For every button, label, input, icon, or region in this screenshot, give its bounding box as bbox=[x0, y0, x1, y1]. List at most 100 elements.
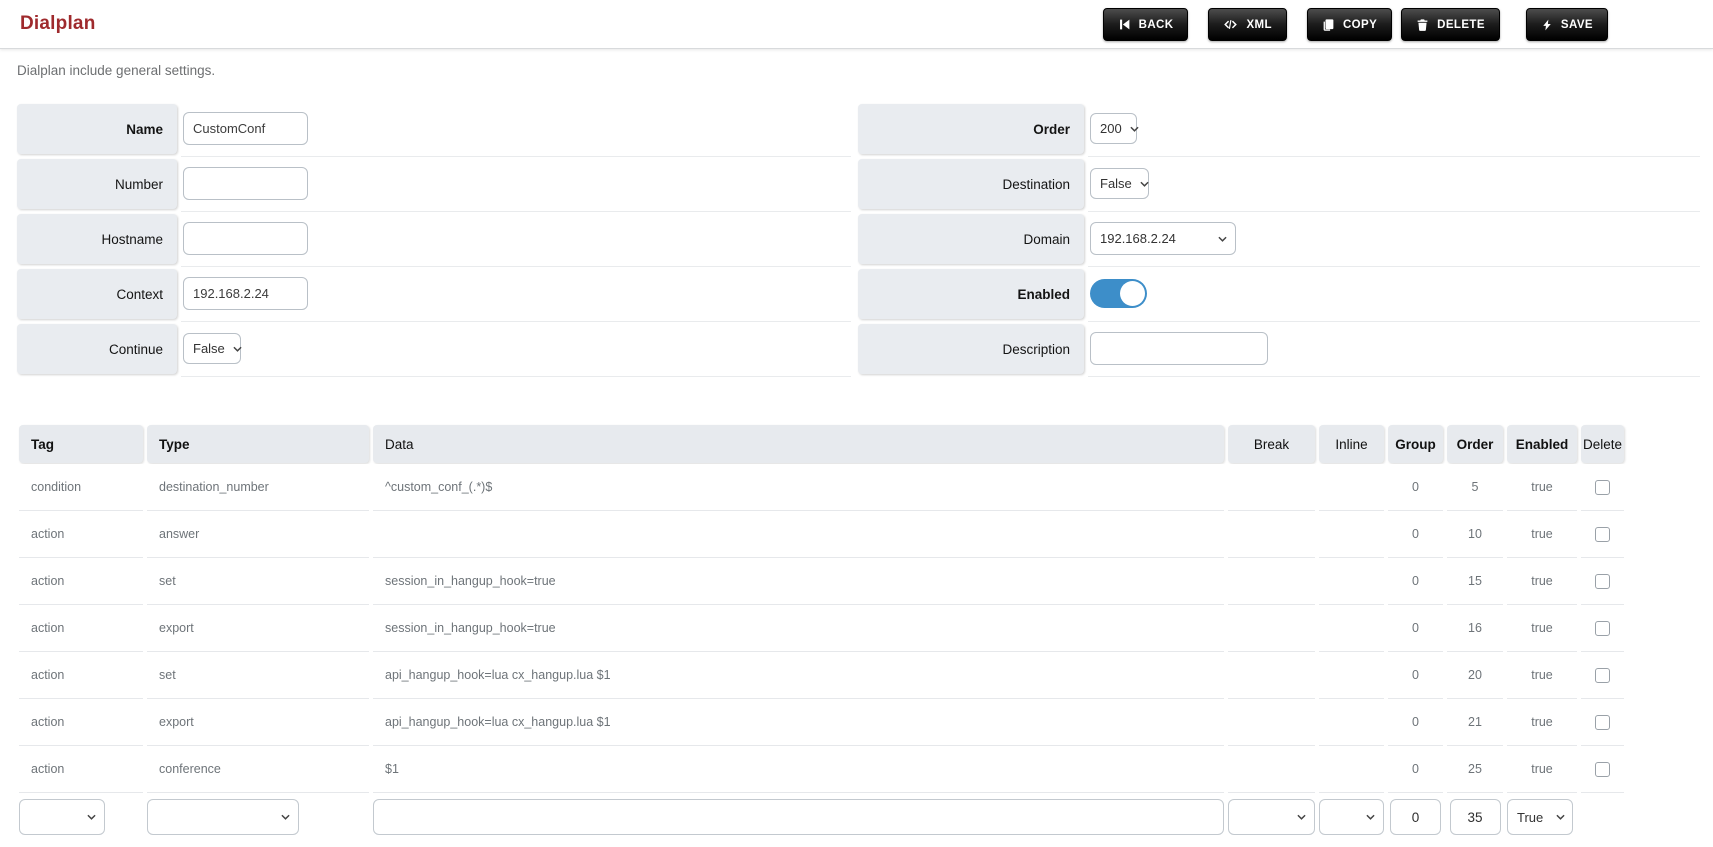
skip-back-icon bbox=[1119, 19, 1130, 30]
cell-group: 0 bbox=[1388, 652, 1443, 699]
col-header-data: Data bbox=[373, 425, 1224, 463]
cell-delete bbox=[1581, 699, 1624, 746]
top-bar: Dialplan BACK XML COPY DELETE SAVE bbox=[0, 0, 1713, 49]
cell-delete bbox=[1581, 652, 1624, 699]
new-inline-select[interactable] bbox=[1319, 799, 1384, 835]
order-label: Order bbox=[858, 104, 1084, 154]
delete-checkbox[interactable] bbox=[1595, 761, 1610, 777]
delete-checkbox[interactable] bbox=[1595, 573, 1610, 589]
new-row-enabled-cell: True bbox=[1507, 793, 1577, 841]
col-header-order: Order bbox=[1447, 425, 1503, 463]
toggle-knob bbox=[1120, 281, 1145, 306]
domain-select[interactable]: 192.168.2.24 bbox=[1090, 222, 1236, 255]
cell-enabled: true bbox=[1507, 746, 1577, 793]
row-divider bbox=[1088, 266, 1700, 267]
chevron-down-icon bbox=[1140, 181, 1149, 187]
cell-tag: action bbox=[19, 558, 143, 605]
delete-checkbox[interactable] bbox=[1595, 479, 1610, 495]
continue-select[interactable]: False bbox=[183, 333, 242, 364]
new-type-select[interactable] bbox=[147, 799, 299, 835]
new-tag-select[interactable] bbox=[19, 799, 105, 835]
col-header-group: Group bbox=[1388, 425, 1443, 463]
cell-break bbox=[1228, 464, 1315, 511]
description-label: Description bbox=[858, 324, 1084, 374]
new-group-input[interactable] bbox=[1390, 799, 1441, 835]
cell-break bbox=[1228, 746, 1315, 793]
name-input[interactable] bbox=[183, 112, 308, 145]
col-header-delete: Delete bbox=[1581, 425, 1624, 463]
cell-delete bbox=[1581, 746, 1624, 793]
delete-button[interactable]: DELETE bbox=[1401, 8, 1500, 41]
cell-delete bbox=[1581, 605, 1624, 652]
xml-button[interactable]: XML bbox=[1208, 8, 1287, 41]
col-header-enabled: Enabled bbox=[1507, 425, 1577, 463]
xml-button-label: XML bbox=[1246, 18, 1272, 31]
enabled-label: Enabled bbox=[858, 269, 1084, 319]
number-input[interactable] bbox=[183, 167, 308, 200]
context-label: Context bbox=[17, 269, 177, 319]
cell-type: set bbox=[147, 558, 369, 605]
save-button[interactable]: SAVE bbox=[1525, 8, 1608, 41]
cell-enabled: true bbox=[1507, 699, 1577, 746]
delete-checkbox[interactable] bbox=[1595, 620, 1610, 636]
col-header-inline: Inline bbox=[1319, 425, 1384, 463]
delete-checkbox[interactable] bbox=[1595, 714, 1610, 730]
cell-order: 5 bbox=[1447, 464, 1503, 511]
new-order-input[interactable] bbox=[1449, 799, 1501, 835]
copy-icon bbox=[1323, 18, 1334, 31]
cell-group: 0 bbox=[1388, 605, 1443, 652]
hostname-input[interactable] bbox=[183, 222, 308, 255]
cell-delete bbox=[1581, 464, 1624, 511]
new-row-delete-cell bbox=[1581, 793, 1624, 841]
cell-inline bbox=[1319, 699, 1384, 746]
new-break-select[interactable] bbox=[1228, 799, 1315, 835]
order-select[interactable]: 200 bbox=[1090, 113, 1139, 144]
hostname-label: Hostname bbox=[17, 214, 177, 264]
cell-tag: action bbox=[19, 699, 143, 746]
destination-select[interactable]: False bbox=[1090, 168, 1149, 199]
cell-inline bbox=[1319, 558, 1384, 605]
domain-select-value: 192.168.2.24 bbox=[1100, 231, 1176, 246]
cell-type: set bbox=[147, 652, 369, 699]
cell-enabled: true bbox=[1507, 558, 1577, 605]
domain-label: Domain bbox=[858, 214, 1084, 264]
continue-select-value: False bbox=[193, 341, 225, 356]
chevron-down-icon bbox=[1297, 814, 1306, 820]
delete-checkbox[interactable] bbox=[1595, 526, 1610, 542]
cell-tag: action bbox=[19, 746, 143, 793]
delete-checkbox[interactable] bbox=[1595, 667, 1610, 683]
new-row-data-cell bbox=[373, 793, 1224, 841]
back-button-label: BACK bbox=[1138, 18, 1174, 31]
chevron-down-icon bbox=[87, 814, 96, 820]
cell-break bbox=[1228, 699, 1315, 746]
cell-type: conference bbox=[147, 746, 369, 793]
description-input[interactable] bbox=[1090, 332, 1268, 365]
back-button[interactable]: BACK bbox=[1102, 8, 1189, 41]
new-row-type-cell bbox=[147, 793, 369, 841]
context-input[interactable] bbox=[183, 277, 308, 310]
cell-order: 21 bbox=[1447, 699, 1503, 746]
new-row-group-cell bbox=[1388, 793, 1443, 841]
number-label: Number bbox=[17, 159, 177, 209]
cell-group: 0 bbox=[1388, 511, 1443, 558]
cell-break bbox=[1228, 605, 1315, 652]
row-divider bbox=[181, 376, 851, 377]
new-enabled-select-value: True bbox=[1517, 809, 1544, 825]
code-icon bbox=[1224, 20, 1238, 29]
action-buttons: BACK XML COPY DELETE SAVE bbox=[1102, 8, 1608, 41]
page-description: Dialplan include general settings. bbox=[17, 63, 216, 78]
col-header-tag: Tag bbox=[19, 425, 143, 463]
enabled-toggle[interactable] bbox=[1090, 279, 1147, 308]
copy-button[interactable]: COPY bbox=[1306, 8, 1393, 41]
cell-data: session_in_hangup_hook=true bbox=[373, 605, 1224, 652]
cell-data: session_in_hangup_hook=true bbox=[373, 558, 1224, 605]
new-enabled-select[interactable]: True bbox=[1507, 799, 1573, 835]
name-label: Name bbox=[17, 104, 177, 154]
cell-group: 0 bbox=[1388, 699, 1443, 746]
cell-inline bbox=[1319, 605, 1384, 652]
row-divider bbox=[181, 156, 851, 157]
save-button-label: SAVE bbox=[1560, 18, 1593, 31]
cell-break bbox=[1228, 558, 1315, 605]
new-data-input[interactable] bbox=[373, 799, 1224, 835]
copy-button-label: COPY bbox=[1342, 18, 1378, 31]
